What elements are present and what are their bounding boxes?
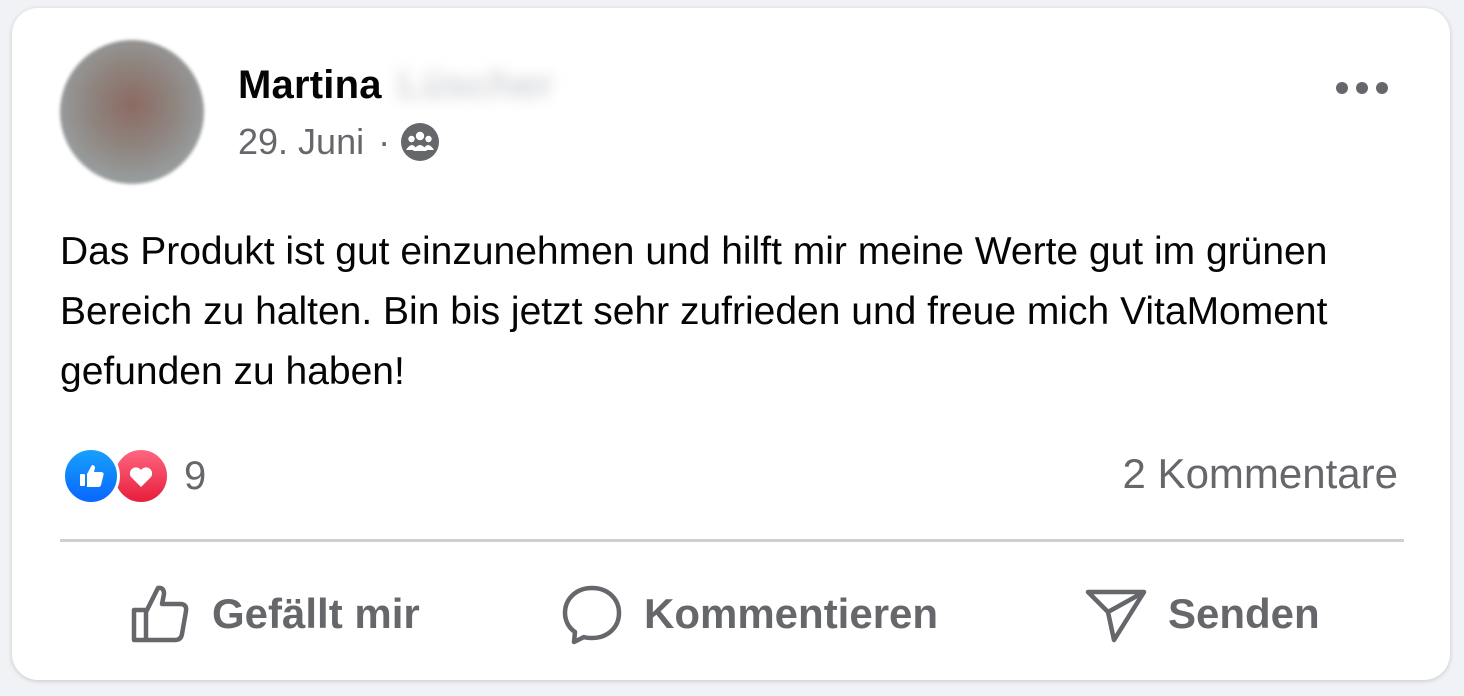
love-reaction-icon xyxy=(112,447,170,505)
post-card: Martina Lüscher 29. Juni · Das Produkt i… xyxy=(12,8,1450,680)
author-row: Martina Lüscher xyxy=(238,60,553,110)
thumbs-up-icon xyxy=(131,585,189,643)
comment-button[interactable]: Kommentieren xyxy=(560,578,938,650)
send-button[interactable]: Senden xyxy=(1084,578,1320,650)
author-name[interactable]: Martina xyxy=(238,63,382,108)
reaction-count: 9 xyxy=(184,453,207,498)
post-text: Das Produkt ist gut einzunehmen und hilf… xyxy=(60,230,1328,393)
post-meta: 29. Juni · xyxy=(238,120,440,164)
group-icon[interactable] xyxy=(400,122,440,162)
comment-bubble-icon xyxy=(562,585,622,645)
like-button-label: Gefällt mir xyxy=(212,590,420,637)
more-horizontal-icon xyxy=(1336,82,1388,94)
like-button[interactable]: Gefällt mir xyxy=(128,578,420,650)
comment-button-label: Kommentieren xyxy=(644,590,939,637)
author-surname-blurred: Lüscher xyxy=(397,62,554,107)
divider xyxy=(60,539,1404,542)
meta-separator: · xyxy=(378,121,391,162)
send-icon xyxy=(1085,589,1147,643)
like-reaction-icon xyxy=(62,447,120,505)
more-options-button[interactable] xyxy=(1322,66,1402,110)
author-avatar[interactable] xyxy=(60,40,204,184)
post-date[interactable]: 29. Juni xyxy=(238,121,364,163)
send-button-label: Senden xyxy=(1168,590,1320,637)
reaction-summary[interactable]: 9 xyxy=(62,444,206,508)
comments-count-link[interactable]: 2 Kommentare xyxy=(1123,450,1398,498)
